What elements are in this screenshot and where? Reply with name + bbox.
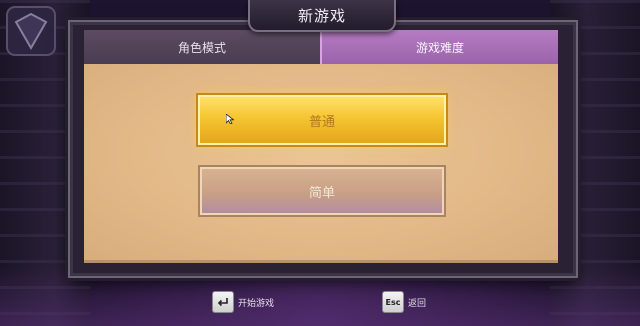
tab-bar: 角色模式 游戏难度 [84,30,558,64]
title-plate: 新游戏 [248,0,396,32]
shield-emblem-icon [6,6,56,56]
mouse-cursor-icon [226,114,234,124]
start-game-hint[interactable]: 开始游戏 [212,291,274,313]
back-hint[interactable]: Esc 返回 [382,291,426,313]
tab-difficulty[interactable]: 游戏难度 [320,30,558,64]
esc-key-icon: Esc [382,291,404,313]
game-screen: 新游戏 角色模式 游戏难度 普通 简单 开始游戏 Esc 返回 [0,0,640,326]
enter-key-icon [212,291,234,313]
difficulty-normal-button[interactable]: 普通 [198,95,446,145]
tab-character-mode[interactable]: 角色模式 [84,30,320,64]
difficulty-easy-button[interactable]: 简单 [200,167,444,215]
back-label: 返回 [408,298,427,309]
difficulty-panel [84,64,558,263]
dialog-title: 新游戏 [297,6,346,25]
start-game-label: 开始游戏 [238,298,275,309]
